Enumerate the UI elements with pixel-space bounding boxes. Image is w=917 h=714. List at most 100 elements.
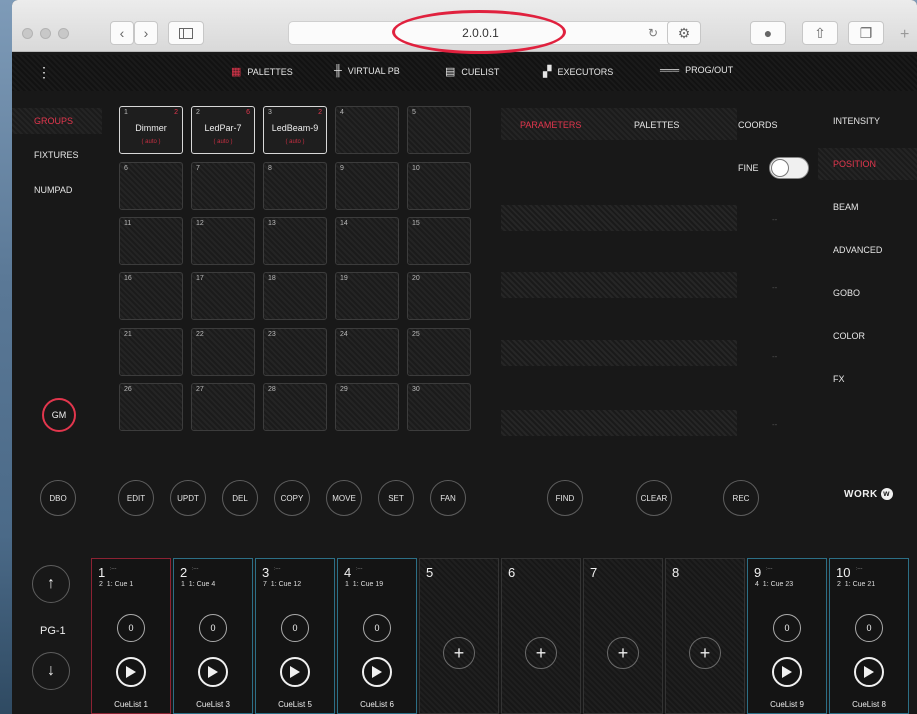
executor-play-button[interactable]: [116, 657, 146, 687]
close-window-button[interactable]: [22, 28, 33, 39]
executor-play-button[interactable]: [362, 657, 392, 687]
executor-fader-knob[interactable]: 0: [363, 614, 391, 642]
executor-slot[interactable]: 5 +: [419, 558, 499, 714]
menu-beam[interactable]: BEAM: [833, 202, 859, 212]
menu-position[interactable]: POSITION: [833, 159, 876, 169]
group-cell[interactable]: 13: [263, 217, 327, 265]
new-tab-button[interactable]: +: [900, 26, 909, 44]
group-cell[interactable]: 14: [335, 217, 399, 265]
group-cell[interactable]: 29: [335, 383, 399, 431]
group-cell[interactable]: 18: [263, 272, 327, 320]
group-cell[interactable]: 24: [335, 328, 399, 376]
menu-gobo[interactable]: GOBO: [833, 288, 860, 298]
menu-groups[interactable]: GROUPS: [34, 116, 73, 126]
group-cell[interactable]: 21: [119, 328, 183, 376]
executor-slot[interactable]: 3:--- 7 1: Cue 12 0 CueList 5: [255, 558, 335, 714]
executor-slot[interactable]: 6 +: [501, 558, 581, 714]
copy-button[interactable]: COPY: [274, 480, 310, 516]
executor-play-button[interactable]: [280, 657, 310, 687]
menu-color[interactable]: COLOR: [833, 331, 865, 341]
executor-slot[interactable]: 4:--- 1 1: Cue 19 0 CueList 6: [337, 558, 417, 714]
group-cell[interactable]: 7: [191, 162, 255, 210]
executor-play-button[interactable]: [198, 657, 228, 687]
menu-advanced[interactable]: ADVANCED: [833, 245, 882, 255]
executor-slot[interactable]: 10:--- 2 1: Cue 21 0 CueList 8: [829, 558, 909, 714]
group-cell[interactable]: 28: [263, 383, 327, 431]
parameter-bar-4[interactable]: [501, 410, 737, 436]
executor-fader-knob[interactable]: 0: [117, 614, 145, 642]
group-cell[interactable]: 11: [119, 217, 183, 265]
group-cell[interactable]: 3 2 LedBeam-9 ( auto ): [263, 106, 327, 154]
executor-play-button[interactable]: [772, 657, 802, 687]
executor-slot[interactable]: 2:--- 1 1: Cue 4 0 CueList 3: [173, 558, 253, 714]
forward-button[interactable]: ›: [134, 21, 158, 45]
menu-fixtures[interactable]: FIXTURES: [34, 150, 79, 160]
group-cell[interactable]: 4: [335, 106, 399, 154]
menu-fx[interactable]: FX: [833, 374, 845, 384]
group-cell[interactable]: 12: [191, 217, 255, 265]
executor-slot[interactable]: 8 +: [665, 558, 745, 714]
menu-numpad[interactable]: NUMPAD: [34, 185, 72, 195]
add-executor-button[interactable]: +: [607, 637, 639, 669]
nav-cuelist[interactable]: ▤ CUELIST: [445, 65, 499, 78]
sidebar-toggle-button[interactable]: [168, 21, 204, 45]
back-button[interactable]: ‹: [110, 21, 134, 45]
executor-slot[interactable]: 7 +: [583, 558, 663, 714]
executor-fader-knob[interactable]: 0: [773, 614, 801, 642]
tab-parameters[interactable]: PARAMETERS: [520, 120, 581, 130]
tab-palettes[interactable]: PALETTES: [634, 120, 679, 130]
downloads-button[interactable]: ●: [750, 21, 786, 45]
executor-slot[interactable]: 1:--- 2 1: Cue 1 0 CueList 1: [91, 558, 171, 714]
group-cell[interactable]: 27: [191, 383, 255, 431]
record-button[interactable]: REC: [723, 480, 759, 516]
move-button[interactable]: MOVE: [326, 480, 362, 516]
executor-fader-knob[interactable]: 0: [199, 614, 227, 642]
group-cell[interactable]: 1 2 Dimmer ( auto ): [119, 106, 183, 154]
group-cell[interactable]: 26: [119, 383, 183, 431]
group-cell[interactable]: 23: [263, 328, 327, 376]
group-cell[interactable]: 10: [407, 162, 471, 210]
nav-virtual-pb[interactable]: ╫ VIRTUAL PB: [334, 65, 400, 77]
group-cell[interactable]: 25: [407, 328, 471, 376]
executor-play-button[interactable]: [854, 657, 884, 687]
settings-button[interactable]: ⚙: [667, 21, 701, 45]
executor-fader-knob[interactable]: 0: [281, 614, 309, 642]
parameter-bar-1[interactable]: [501, 205, 737, 231]
group-cell[interactable]: 15: [407, 217, 471, 265]
group-cell[interactable]: 2 6 LedPar-7 ( auto ): [191, 106, 255, 154]
set-button[interactable]: SET: [378, 480, 414, 516]
executor-fader-knob[interactable]: 0: [855, 614, 883, 642]
update-button[interactable]: UPDT: [170, 480, 206, 516]
fine-toggle[interactable]: [769, 157, 809, 179]
add-executor-button[interactable]: +: [443, 637, 475, 669]
tabs-overview-button[interactable]: ❐: [848, 21, 884, 45]
nav-palettes[interactable]: ▦ PALETTES: [231, 65, 293, 78]
group-cell[interactable]: 30: [407, 383, 471, 431]
group-cell[interactable]: 19: [335, 272, 399, 320]
group-cell[interactable]: 17: [191, 272, 255, 320]
add-executor-button[interactable]: +: [525, 637, 557, 669]
grandmaster-button[interactable]: GM: [42, 398, 76, 432]
group-cell[interactable]: 16: [119, 272, 183, 320]
parameter-bar-2[interactable]: [501, 272, 737, 298]
executor-slot[interactable]: 9:--- 4 1: Cue 23 0 CueList 9: [747, 558, 827, 714]
reload-icon[interactable]: ↻: [648, 26, 658, 40]
edit-button[interactable]: EDIT: [118, 480, 154, 516]
find-button[interactable]: FIND: [547, 480, 583, 516]
minimize-window-button[interactable]: [40, 28, 51, 39]
group-cell[interactable]: 22: [191, 328, 255, 376]
fan-button[interactable]: FAN: [430, 480, 466, 516]
page-up-button[interactable]: ↑: [32, 565, 70, 603]
nav-prog-out[interactable]: ═══ PROG/OUT: [660, 65, 733, 75]
group-cell[interactable]: 6: [119, 162, 183, 210]
share-button[interactable]: ⇧: [802, 21, 838, 45]
group-cell[interactable]: 8: [263, 162, 327, 210]
zoom-window-button[interactable]: [58, 28, 69, 39]
tab-coords[interactable]: COORDS: [738, 120, 778, 130]
menu-intensity[interactable]: INTENSITY: [833, 116, 880, 126]
nav-executors[interactable]: ▞ EXECUTORS: [543, 65, 613, 78]
group-cell[interactable]: 20: [407, 272, 471, 320]
dbo-button[interactable]: DBO: [40, 480, 76, 516]
group-cell[interactable]: 9: [335, 162, 399, 210]
group-cell[interactable]: 5: [407, 106, 471, 154]
